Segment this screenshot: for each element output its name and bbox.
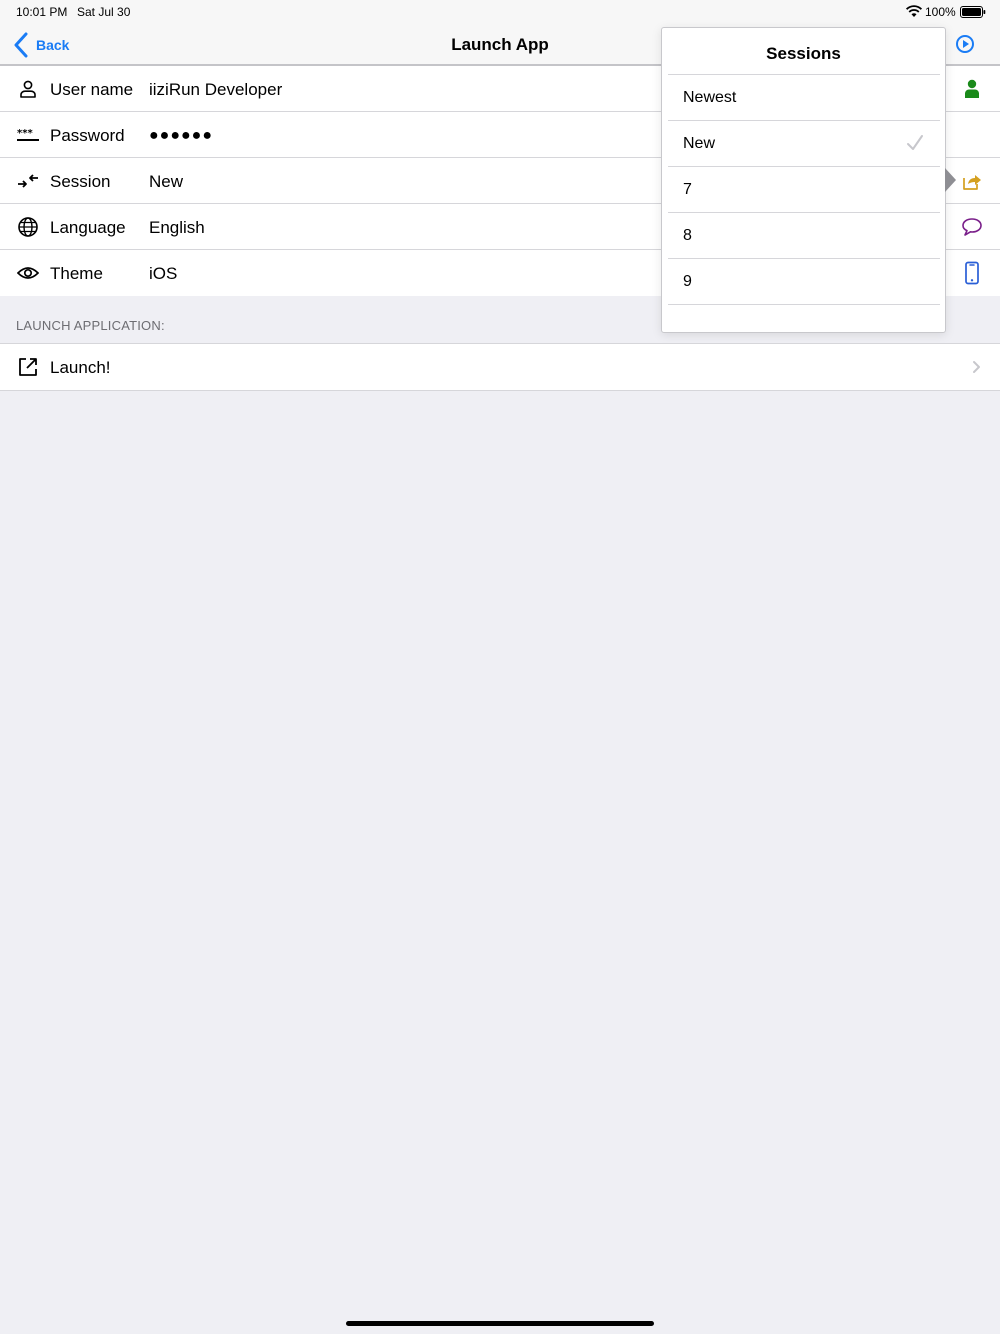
phone-icon[interactable] — [960, 261, 984, 285]
launch-row[interactable]: Launch! — [0, 344, 1000, 390]
session-option-label: Newest — [683, 89, 737, 106]
row-label: User name — [50, 80, 134, 99]
session-option-label: New — [683, 135, 716, 152]
status-bar: 10:01 PM Sat Jul 30 100% — [0, 0, 1000, 24]
session-option-8[interactable]: 8 — [668, 213, 940, 259]
globe-icon — [18, 217, 38, 237]
row-label: Theme — [50, 264, 103, 283]
battery-icon — [960, 6, 986, 18]
external-link-icon — [19, 358, 37, 376]
row-label: Password — [50, 126, 125, 145]
row-value: iOS — [149, 264, 178, 283]
row-value: English — [149, 218, 205, 237]
popover-title: Sessions — [766, 44, 841, 63]
eye-icon — [17, 267, 39, 279]
row-value: ●●●●●● — [149, 127, 213, 144]
svg-text:***: *** — [17, 128, 33, 139]
launch-label: Launch! — [50, 358, 111, 377]
home-indicator[interactable] — [346, 1321, 654, 1326]
session-option-label: 9 — [683, 273, 692, 290]
person-filled-icon[interactable] — [960, 77, 984, 101]
session-option-newest[interactable]: Newest — [668, 75, 940, 121]
speech-bubble-icon[interactable] — [960, 215, 984, 239]
row-label: Session — [50, 172, 111, 191]
session-option-label: 7 — [683, 181, 692, 198]
share-icon[interactable] — [960, 169, 984, 193]
row-value: New — [149, 172, 184, 191]
play-circle-icon[interactable] — [955, 34, 975, 54]
password-dots-icon: *** — [17, 128, 39, 141]
status-time: 10:01 PM — [16, 5, 68, 19]
launch-list: Launch! — [0, 343, 1000, 391]
session-option-label: 8 — [683, 227, 692, 244]
section-header-launch: LAUNCH APPLICATION: — [16, 318, 165, 333]
chevron-right-icon — [973, 361, 980, 373]
session-option-9[interactable]: 9 — [668, 259, 940, 305]
battery-percent: 100% — [925, 5, 956, 19]
sessions-popover: Sessions Newest New 7 8 9 — [661, 27, 946, 333]
swap-arrows-icon — [18, 174, 38, 188]
session-option-new[interactable]: New — [668, 121, 940, 167]
checkmark-icon — [907, 135, 923, 150]
wifi-icon — [905, 5, 923, 17]
popover-arrow — [945, 168, 956, 192]
status-date: Sat Jul 30 — [77, 5, 131, 19]
row-label: Language — [50, 218, 126, 237]
session-option-7[interactable]: 7 — [668, 167, 940, 213]
person-icon — [20, 80, 36, 98]
row-value: iiziRun Developer — [149, 80, 283, 99]
